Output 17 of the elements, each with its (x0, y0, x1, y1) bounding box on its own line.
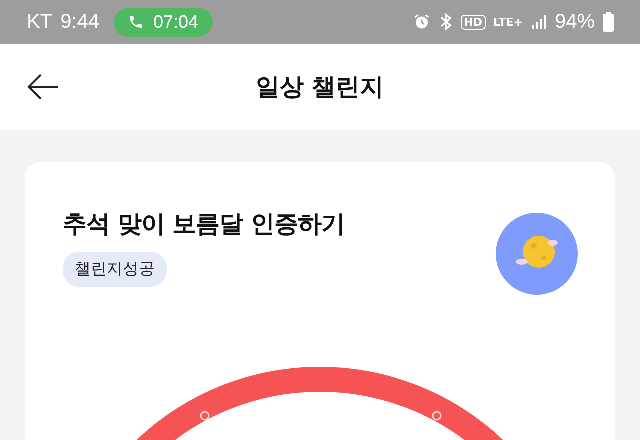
carrier-label: KT (27, 10, 53, 34)
moon-icon (496, 213, 578, 295)
bluetooth-icon (439, 13, 454, 31)
challenge-title: 추석 맞이 보름달 인증하기 (63, 209, 346, 240)
hd-label: HD (461, 14, 486, 30)
battery-icon (603, 12, 614, 32)
phone-icon (128, 14, 144, 30)
battery-percent: 94% (554, 10, 595, 34)
signal-icon (530, 14, 547, 30)
call-pill[interactable]: 07:04 (114, 8, 213, 36)
alarm-icon (413, 13, 432, 31)
back-button[interactable] (26, 72, 60, 102)
network-label: LTE+ (494, 16, 523, 28)
status-tag: 챌린지성공 (63, 252, 167, 287)
call-timer: 07:04 (154, 12, 199, 32)
page-title: 일상 챌린지 (256, 72, 384, 103)
clock-time: 9:44 (60, 10, 100, 34)
